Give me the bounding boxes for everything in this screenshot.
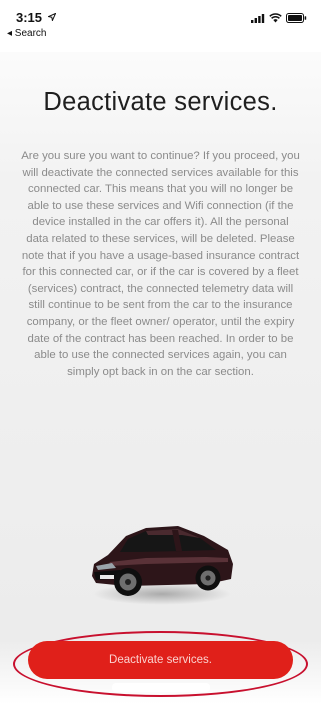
deactivate-services-button[interactable]: Deactivate services. <box>28 641 293 679</box>
cellular-signal-icon <box>251 13 265 23</box>
battery-icon <box>286 13 307 23</box>
wifi-icon <box>269 13 282 23</box>
status-time: 3:15 <box>16 10 57 25</box>
page-title: Deactivate services. <box>43 88 278 116</box>
status-time-text: 3:15 <box>16 10 43 25</box>
home-indicator <box>112 683 210 692</box>
back-to-search-label: ◂ Search <box>7 28 47 39</box>
location-arrow-icon <box>46 12 57 23</box>
back-to-search-link[interactable]: ◂ Search <box>7 28 46 39</box>
car-image <box>92 526 233 596</box>
deactivate-services-screen: 3:15 ◂ Search Deactivate services. Are y… <box>0 0 321 704</box>
status-bar: 3:15 ◂ Search <box>0 0 321 52</box>
deactivation-warning-text: Are you sure you want to continue? If yo… <box>21 150 300 378</box>
status-icons <box>251 13 307 23</box>
